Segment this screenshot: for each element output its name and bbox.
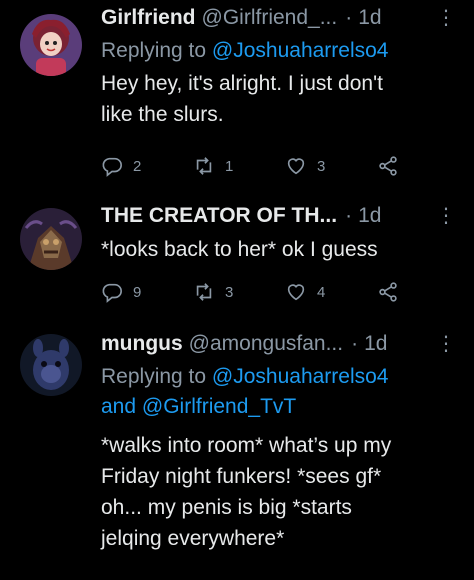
replying-to: Replying to @Joshuaharrelso4 (101, 36, 464, 66)
heart-icon (287, 284, 305, 301)
reply-button[interactable]: 9 (101, 281, 193, 303)
reply-icon (102, 283, 122, 303)
replying-and: and (101, 395, 137, 418)
tweet-2[interactable]: THE CREATOR OF TH... · 1d ⋮ *looks back … (0, 192, 474, 320)
avatar-creator[interactable] (20, 208, 82, 270)
tweet-text-line: *walks into room* what’s up my (101, 434, 392, 457)
author-name[interactable]: Girlfriend (101, 4, 196, 32)
author-name[interactable]: mungus (101, 330, 183, 358)
author-handle[interactable]: @Girlfriend_... (202, 4, 338, 32)
retweet-button[interactable]: 1 (193, 155, 285, 177)
replying-prefix: Replying to (101, 39, 207, 62)
tweet-header: THE CREATOR OF TH... · 1d ⋮ (101, 202, 464, 230)
retweet-count: 3 (225, 283, 234, 301)
retweet-count: 1 (225, 157, 234, 175)
tweet-actions: 9 3 4 (101, 280, 421, 304)
tweet-text-line: Hey hey, it's alright. I just don't (101, 72, 383, 95)
mention-link[interactable]: @Joshuaharrelso4 (212, 365, 389, 388)
like-count: 3 (317, 157, 326, 175)
tweet-text-line: Friday night funkers! *sees gf* (101, 465, 382, 488)
timestamp[interactable]: 1d (358, 4, 381, 32)
more-icon[interactable]: ⋮ (436, 202, 456, 230)
more-icon[interactable]: ⋮ (436, 330, 456, 358)
avatar-mungus[interactable] (20, 334, 82, 396)
avatar-girlfriend[interactable] (20, 14, 82, 76)
reply-count: 2 (133, 157, 142, 175)
tweet-header: Girlfriend @Girlfriend_... · 1d ⋮ (101, 4, 464, 32)
retweet-icon (196, 157, 212, 175)
reply-count: 9 (133, 283, 142, 301)
mention-link[interactable]: @Joshuaharrelso4 (212, 39, 389, 62)
reply-button[interactable]: 2 (101, 155, 193, 177)
share-button[interactable] (377, 155, 399, 177)
like-button[interactable]: 4 (285, 281, 377, 303)
tweet-header: mungus @amongusfan... · 1d ⋮ (101, 330, 464, 358)
tweet-actions: 2 1 3 (101, 154, 421, 178)
mungus-avatar-image (20, 334, 82, 396)
tweet-text-line: jelqing everywhere* (101, 527, 285, 550)
retweet-button[interactable]: 3 (193, 281, 285, 303)
share-icon (379, 156, 397, 176)
tweet-text-line: oh... my penis is big *starts (101, 496, 352, 519)
tweet-text-line: like the slurs. (101, 103, 224, 126)
heart-icon (287, 158, 305, 175)
tweet-text-line: *looks back to her* ok I guess (101, 238, 378, 261)
timestamp[interactable]: 1d (358, 202, 381, 230)
mention-link[interactable]: @Girlfriend_TvT (142, 395, 296, 418)
like-button[interactable]: 3 (285, 155, 377, 177)
replying-to: Replying to @Joshuaharrelso4 and @Girlfr… (101, 362, 464, 422)
separator-dot: · (345, 6, 353, 29)
author-handle[interactable]: @amongusfan... (189, 330, 343, 358)
more-icon[interactable]: ⋮ (436, 4, 456, 32)
tweet-1[interactable]: Girlfriend @Girlfriend_... · 1d ⋮ Replyi… (0, 0, 474, 192)
tweet-3[interactable]: mungus @amongusfan... · 1d ⋮ Replying to… (0, 320, 474, 580)
tweet-text: Hey hey, it's alright. I just don't like… (101, 68, 464, 130)
separator-dot: · (351, 332, 359, 355)
separator-dot: · (345, 204, 353, 227)
timestamp[interactable]: 1d (364, 330, 387, 358)
like-count: 4 (317, 283, 326, 301)
creator-avatar-image (20, 208, 82, 270)
author-name[interactable]: THE CREATOR OF TH... (101, 202, 337, 230)
reply-icon (102, 157, 122, 177)
girlfriend-avatar-image (20, 14, 82, 76)
retweet-icon (196, 283, 212, 301)
tweet-text: *walks into room* what’s up my Friday ni… (101, 430, 464, 554)
replying-prefix: Replying to (101, 365, 207, 388)
tweet-text: *looks back to her* ok I guess (101, 234, 464, 265)
share-icon (379, 282, 397, 302)
share-button[interactable] (377, 281, 399, 303)
